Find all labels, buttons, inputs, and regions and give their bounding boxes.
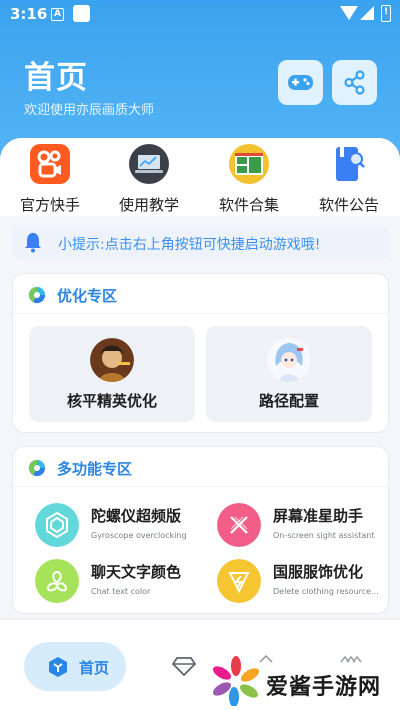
nav-home-tab[interactable]: 首页 <box>24 642 126 691</box>
chat-text-color-item[interactable]: 聊天文字颜色 Chat text color <box>29 559 199 609</box>
watermark-text: 爱酱手游网 <box>266 675 382 700</box>
feature-name: 聊天文字颜色 <box>91 563 182 581</box>
feature-name: 屏幕准星助手 <box>273 507 364 525</box>
crosshair-assistant-item[interactable]: 屏幕准星助手 On-screen sight assistant <box>211 503 381 553</box>
tile-label: 路径配置 <box>258 392 319 410</box>
section-logo-icon <box>28 459 46 477</box>
quick-link-label: 使用教学 <box>118 196 179 214</box>
quick-links: 官方快手 使用教学 软件合集 软件公告 <box>0 138 400 216</box>
clothing-icon <box>217 559 261 603</box>
tile-label: 核平精英优化 <box>66 392 157 410</box>
anime-girl-avatar <box>267 338 311 382</box>
feature-desc: On-screen sight assistant <box>273 531 375 540</box>
quick-link-label: 官方快手 <box>19 196 80 214</box>
bell-icon <box>25 233 41 253</box>
multi-function-section: 多功能专区 陀螺仪超频版 Gyroscope overclocking 屏幕准星… <box>12 446 389 614</box>
notification-a-icon: A <box>51 8 64 21</box>
app-collection-icon <box>229 144 269 184</box>
share-button[interactable] <box>332 60 377 105</box>
pubg-character-avatar <box>90 338 134 382</box>
quick-link-kuaishou[interactable]: 官方快手 <box>5 144 95 214</box>
multi-function-section-header: 多功能专区 <box>13 447 388 487</box>
status-bar: 3:16 A ! <box>0 0 400 28</box>
quick-link-label: 软件合集 <box>218 196 279 214</box>
announcement-icon <box>336 147 365 181</box>
feature-desc: Chat text color <box>91 587 151 596</box>
wifi-icon <box>340 6 358 20</box>
feature-name: 国服服饰优化 <box>273 563 364 581</box>
section-logo-icon <box>28 286 46 304</box>
gyroscope-overclock-item[interactable]: 陀螺仪超频版 Gyroscope overclocking <box>29 503 199 553</box>
kuaishou-icon <box>30 144 70 184</box>
quick-link-announcement[interactable]: 软件公告 <box>304 144 394 214</box>
diamond-icon[interactable] <box>172 656 196 676</box>
page-title: 首页 <box>24 60 88 96</box>
clothing-optimize-item[interactable]: 国服服饰优化 Delete clothing resource... <box>211 559 381 609</box>
feature-desc: Delete clothing resource... <box>273 587 379 596</box>
pinwheel-logo <box>212 656 260 706</box>
page-subtitle: 欢迎使用亦辰画质大师 <box>24 103 155 118</box>
path-config-tile[interactable]: 路径配置 <box>206 326 372 422</box>
optimize-section: 优化专区 核平精英优化 路径配置 <box>12 273 389 433</box>
notification-square-icon <box>73 5 90 22</box>
tip-text: 小提示:点击右上角按钮可快捷启动游戏哦! <box>58 237 321 253</box>
quick-link-label: 软件公告 <box>318 196 379 214</box>
chat-color-icon <box>35 559 79 603</box>
laptop-tutorial-icon <box>129 144 169 184</box>
nav-home-label: 首页 <box>79 659 110 677</box>
home-cube-icon <box>49 657 67 677</box>
pubg-optimize-tile[interactable]: 核平精英优化 <box>29 326 195 422</box>
signal-icon <box>360 6 374 20</box>
share-icon <box>344 70 365 95</box>
crosshair-icon <box>217 503 261 547</box>
tip-banner: 小提示:点击右上角按钮可快捷启动游戏哦! <box>12 226 389 259</box>
optimize-section-title: 优化专区 <box>57 287 118 305</box>
gyroscope-icon <box>35 503 79 547</box>
quick-link-tutorial[interactable]: 使用教学 <box>104 144 194 214</box>
feature-desc: Gyroscope overclocking <box>91 531 187 540</box>
gamepad-icon <box>288 75 313 90</box>
multi-function-section-title: 多功能专区 <box>57 460 133 478</box>
feature-name: 陀螺仪超频版 <box>91 507 182 525</box>
watermark: 爱酱手游网 <box>212 656 394 710</box>
optimize-section-header: 优化专区 <box>13 274 388 314</box>
battery-icon: ! <box>381 5 391 22</box>
launch-game-button[interactable] <box>278 60 323 105</box>
status-time: 3:16 <box>10 5 48 23</box>
quick-link-collection[interactable]: 软件合集 <box>204 144 294 214</box>
